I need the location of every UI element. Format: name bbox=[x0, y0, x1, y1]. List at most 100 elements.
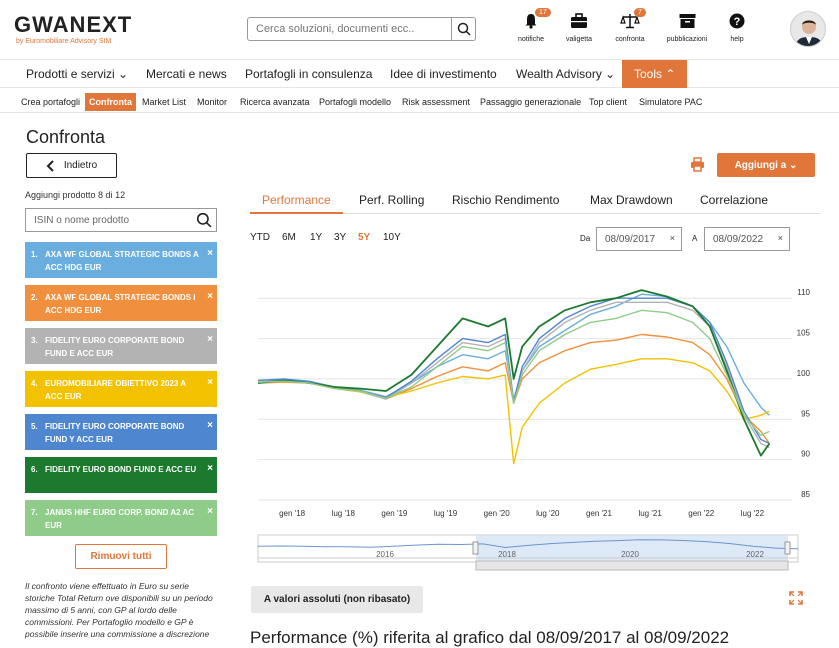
nav-wealth-advisory[interactable]: Wealth Advisory ⌄ bbox=[516, 60, 615, 88]
print-icon bbox=[691, 157, 704, 172]
x-tick-label: lug '21 bbox=[638, 509, 662, 518]
product-card[interactable]: 6. FIDELITY EURO BOND FUND E ACC EU × bbox=[25, 457, 217, 493]
period-10y[interactable]: 10Y bbox=[383, 232, 401, 243]
nav-mercati-news[interactable]: Mercati e news bbox=[146, 60, 227, 88]
y-tick-label: 90 bbox=[801, 450, 810, 459]
aggiungi-a-button[interactable]: Aggiungi a ⌄ bbox=[717, 153, 815, 177]
back-label: Indietro bbox=[63, 160, 98, 171]
x-tick-label: gen '20 bbox=[484, 509, 511, 518]
analysis-tabs: Performance Perf. Rolling Rischio Rendim… bbox=[250, 193, 820, 214]
chevron-down-icon: ⌄ bbox=[118, 67, 129, 81]
nav-prodotti-servizi[interactable]: Prodotti e servizi ⌄ bbox=[26, 60, 128, 88]
date-from-label: Da bbox=[580, 234, 591, 243]
subnav-confronta[interactable]: Confronta bbox=[85, 93, 136, 111]
period-ytd[interactable]: YTD bbox=[250, 232, 270, 243]
subnav-top-client[interactable]: Top client bbox=[585, 93, 631, 111]
nav-idee-investimento[interactable]: Idee di investimento bbox=[390, 60, 497, 88]
product-number: 6. bbox=[31, 465, 38, 474]
sub-nav: Crea portafogli Confronta Market List Mo… bbox=[0, 89, 839, 113]
product-number: 5. bbox=[31, 422, 38, 431]
date-from-value: 08/09/2017 bbox=[605, 234, 656, 245]
navigator-tick-label: 2020 bbox=[621, 550, 639, 559]
confronta-button[interactable]: 7 confronta bbox=[600, 8, 660, 43]
tab-max-drawdown[interactable]: Max Drawdown bbox=[578, 193, 685, 214]
briefcase-icon bbox=[571, 13, 587, 28]
clear-date-to-icon[interactable]: × bbox=[778, 233, 783, 243]
logo[interactable]: GWANEXT bbox=[14, 12, 132, 38]
subnav-monitor[interactable]: Monitor bbox=[193, 93, 231, 111]
date-from-field[interactable]: 08/09/2017 × bbox=[596, 227, 682, 251]
subnav-market-list[interactable]: Market List bbox=[138, 93, 190, 111]
subnav-passaggio-generazionale[interactable]: Passaggio generazionale bbox=[476, 93, 585, 111]
search-input[interactable] bbox=[248, 18, 451, 40]
navigator-tick-label: 2018 bbox=[498, 550, 516, 559]
valori-assoluti-button[interactable]: A valori assoluti (non ribasato) bbox=[251, 586, 423, 613]
product-card[interactable]: 3. FIDELITY EURO CORPORATE BOND FUND E AC… bbox=[25, 328, 217, 364]
remove-product-icon[interactable]: × bbox=[207, 505, 213, 518]
remove-product-icon[interactable]: × bbox=[207, 419, 213, 432]
subnav-ricerca-avanzata[interactable]: Ricerca avanzata bbox=[236, 93, 314, 111]
subnav-portafogli-modello[interactable]: Portafogli modello bbox=[315, 93, 395, 111]
y-tick-label: 105 bbox=[797, 329, 810, 338]
product-name: AXA WF GLOBAL STRATEGIC BONDS I ACC HDG … bbox=[45, 293, 196, 315]
remove-product-icon[interactable]: × bbox=[207, 376, 213, 389]
tab-performance[interactable]: Performance bbox=[250, 193, 343, 214]
subnav-risk-assessment[interactable]: Risk assessment bbox=[398, 93, 474, 111]
product-card[interactable]: 7. JANUS HHF EURO CORP. BOND A2 AC EUR × bbox=[25, 500, 217, 536]
x-tick-label: gen '22 bbox=[688, 509, 715, 518]
product-card[interactable]: 2. AXA WF GLOBAL STRATEGIC BONDS I ACC HD… bbox=[25, 285, 217, 321]
confronta-label: confronta bbox=[615, 36, 645, 43]
chevron-down-icon: ⌄ bbox=[789, 159, 798, 171]
period-5y[interactable]: 5Y bbox=[358, 232, 370, 243]
help-button[interactable]: ? help bbox=[707, 10, 767, 43]
confronta-badge: 7 bbox=[634, 8, 646, 17]
period-3y[interactable]: 3Y bbox=[334, 232, 346, 243]
isin-placeholder: ISIN o nome prodotto bbox=[34, 214, 130, 226]
tab-correlazione[interactable]: Correlazione bbox=[688, 193, 780, 214]
main-nav: Prodotti e servizi ⌄ Mercati e news Port… bbox=[0, 59, 839, 88]
back-button[interactable]: Indietro bbox=[26, 153, 117, 178]
product-name: FIDELITY EURO CORPORATE BOND FUND Y ACC … bbox=[45, 422, 185, 444]
remove-product-icon[interactable]: × bbox=[207, 462, 213, 475]
clear-date-from-icon[interactable]: × bbox=[670, 233, 675, 243]
remove-product-icon[interactable]: × bbox=[207, 290, 213, 303]
navigator-tick-label: 2022 bbox=[746, 550, 764, 559]
product-number: 7. bbox=[31, 508, 38, 517]
remove-product-icon[interactable]: × bbox=[207, 247, 213, 260]
performance-heading: Performance (%) riferita al grafico dal … bbox=[250, 628, 730, 647]
navigator-handle-right bbox=[784, 541, 791, 555]
nav-tools[interactable]: Tools ⌃ bbox=[622, 60, 688, 88]
period-6m[interactable]: 6M bbox=[282, 232, 296, 243]
performance-chart[interactable]: 85 90 95 100 105 110 gen '18 lug '18 gen '19 lug … bbox=[250, 262, 810, 574]
subnav-crea-portafogli[interactable]: Crea portafogli bbox=[17, 93, 84, 111]
tab-perf-rolling[interactable]: Perf. Rolling bbox=[347, 193, 436, 214]
product-card[interactable]: 5. FIDELITY EURO CORPORATE BOND FUND Y AC… bbox=[25, 414, 217, 450]
expand-button[interactable] bbox=[789, 591, 803, 610]
svg-text:?: ? bbox=[734, 16, 741, 28]
isin-search-field[interactable]: ISIN o nome prodotto bbox=[25, 208, 217, 232]
print-button[interactable] bbox=[690, 157, 705, 177]
expand-icon bbox=[789, 591, 803, 605]
tab-rischio-rendimento[interactable]: Rischio Rendimento bbox=[440, 193, 571, 214]
product-card[interactable]: 1. AXA WF GLOBAL STRATEGIC BONDS A ACC HD… bbox=[25, 242, 217, 278]
product-name: EUROMOBILIARE OBIETTIVO 2023 A ACC EUR bbox=[45, 379, 186, 401]
date-to-field[interactable]: 08/09/2022 × bbox=[704, 227, 790, 251]
product-name: FIDELITY EURO BOND FUND E ACC EU bbox=[45, 465, 197, 474]
disclaimer-note: Il confronto viene effettuato in Euro su… bbox=[25, 581, 213, 639]
product-name: AXA WF GLOBAL STRATEGIC BONDS A ACC HDG … bbox=[45, 250, 199, 272]
nav-portafogli-consulenza[interactable]: Portafogli in consulenza bbox=[245, 60, 372, 88]
remove-product-icon[interactable]: × bbox=[207, 333, 213, 346]
search-bar[interactable] bbox=[247, 17, 476, 41]
avatar[interactable] bbox=[790, 11, 826, 47]
page-title: Confronta bbox=[26, 127, 106, 147]
period-1y[interactable]: 1Y bbox=[310, 232, 322, 243]
subnav-simulatore-pac[interactable]: Simulatore PAC bbox=[635, 93, 706, 111]
product-number: 3. bbox=[31, 336, 38, 345]
product-card[interactable]: 4. EUROMOBILIARE OBIETTIVO 2023 A ACC EUR… bbox=[25, 371, 217, 407]
x-tick-label: gen '21 bbox=[586, 509, 613, 518]
chevron-up-icon: ⌃ bbox=[665, 67, 676, 81]
search-icon bbox=[457, 22, 471, 36]
search-button[interactable] bbox=[451, 18, 475, 40]
x-tick-label: lug '22 bbox=[741, 509, 765, 518]
rimuovi-tutti-button[interactable]: Rimuovi tutti bbox=[75, 544, 167, 569]
